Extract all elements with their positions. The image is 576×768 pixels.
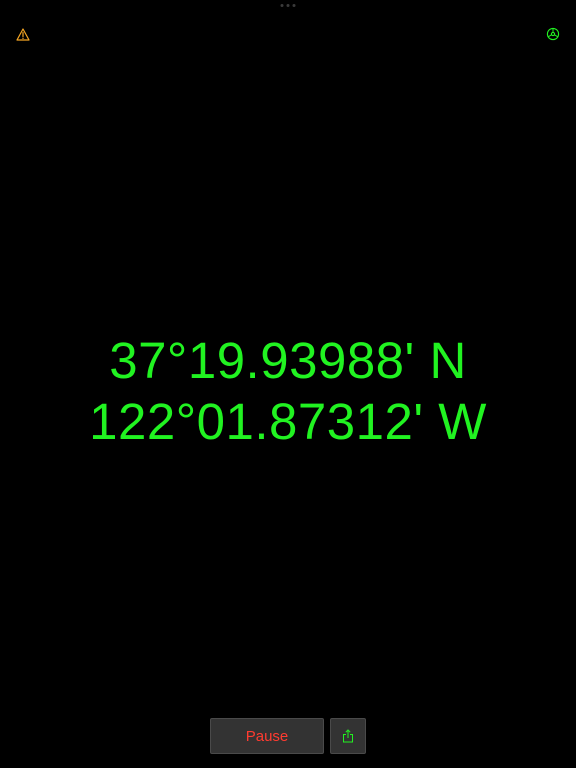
latitude-text: 37°19.93988' N: [109, 332, 467, 389]
gear-icon: [546, 27, 560, 41]
settings-button[interactable]: [545, 26, 561, 42]
share-button[interactable]: [330, 718, 366, 754]
share-icon: [343, 729, 353, 743]
bottom-toolbar: Pause: [0, 718, 576, 754]
multitasking-handle[interactable]: [280, 4, 296, 7]
coordinates-display: 37°19.93988' N 122°01.87312' W: [0, 330, 576, 452]
pause-button[interactable]: Pause: [210, 718, 324, 754]
warning-button[interactable]: [14, 26, 32, 42]
app-screen: 37°19.93988' N 122°01.87312' W Pause: [0, 0, 576, 768]
longitude-text: 122°01.87312' W: [89, 393, 487, 450]
warning-triangle-icon: [16, 27, 30, 41]
pause-button-label: Pause: [245, 727, 289, 745]
